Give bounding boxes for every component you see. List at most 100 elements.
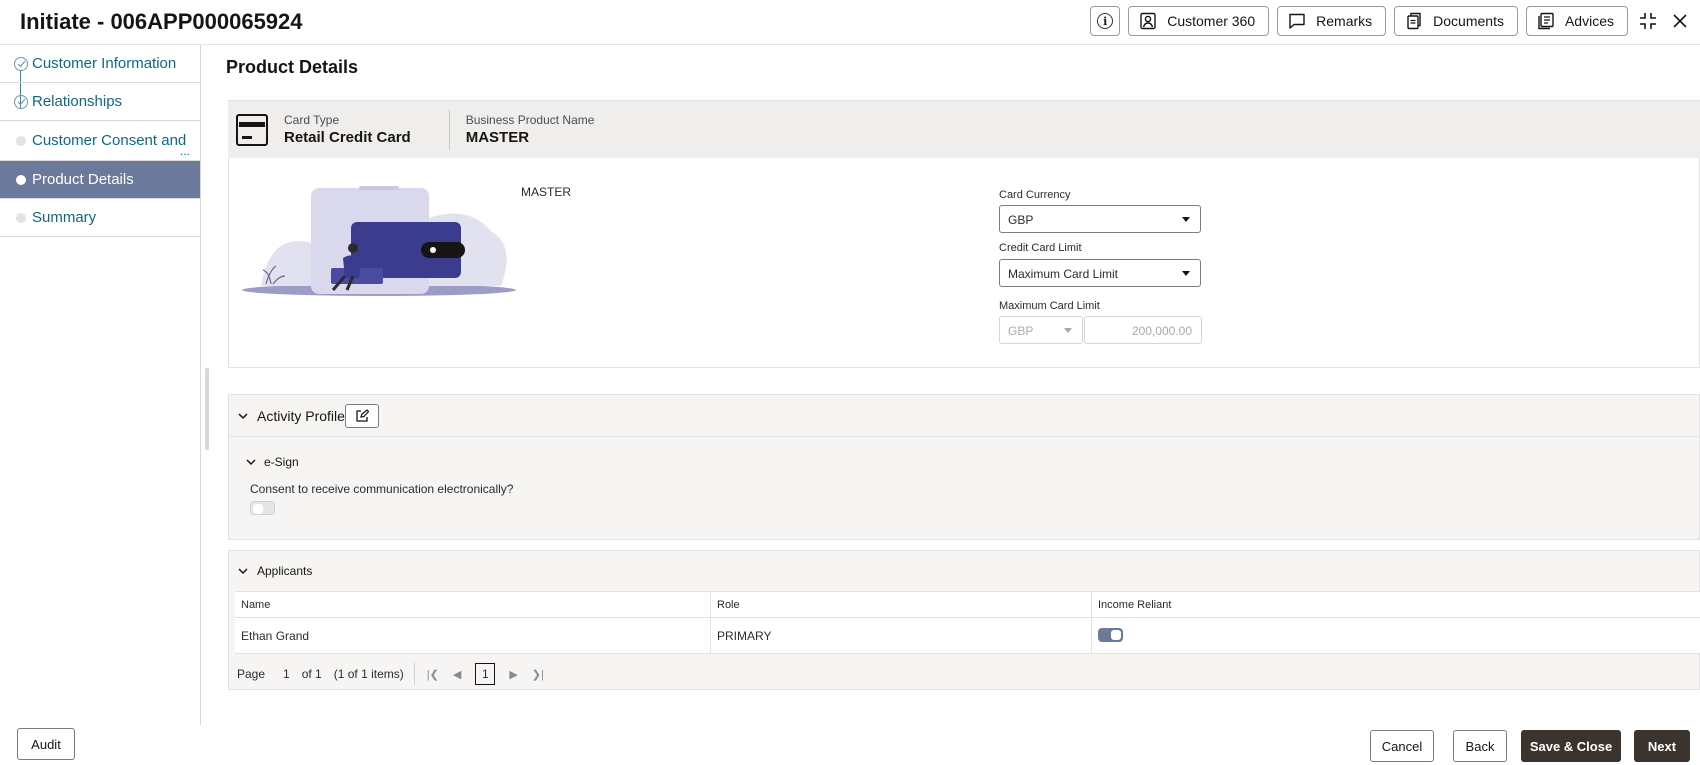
back-button[interactable]: Back bbox=[1453, 730, 1507, 762]
credit-card-icon bbox=[236, 113, 268, 146]
chevron-down-icon bbox=[238, 412, 248, 419]
step-label: Customer Consent and bbox=[32, 132, 187, 149]
income-reliant-cell bbox=[1092, 618, 1700, 653]
applicants-panel: Applicants Name Role Income Reliant Etha… bbox=[228, 550, 1700, 690]
product-name: MASTER bbox=[521, 185, 572, 199]
card-currency-select[interactable]: GBP bbox=[999, 205, 1201, 233]
step-label: Customer Information bbox=[32, 55, 177, 72]
advices-icon bbox=[1538, 12, 1554, 30]
edit-icon bbox=[356, 408, 369, 422]
column-header-income-reliant[interactable]: Income Reliant bbox=[1092, 592, 1700, 617]
sidebar-step-customer-information[interactable]: Customer Information bbox=[0, 45, 200, 83]
chevron-down-icon bbox=[246, 459, 256, 466]
chevron-down-icon bbox=[1064, 328, 1072, 333]
close-icon[interactable] bbox=[1668, 6, 1692, 36]
check-icon bbox=[14, 56, 28, 71]
sidebar-step-customer-consent[interactable]: Customer Consent and ... bbox=[0, 121, 200, 161]
table-row[interactable]: Ethan Grand PRIMARY bbox=[235, 618, 1700, 654]
consent-label: Consent to receive communication electro… bbox=[250, 482, 514, 496]
next-page-icon[interactable]: ▶ bbox=[509, 668, 517, 681]
speech-bubble-icon bbox=[1289, 13, 1305, 29]
card-currency-value: GBP bbox=[1008, 213, 1034, 227]
advices-label: Advices bbox=[1564, 13, 1614, 29]
customer-360-button[interactable]: Customer 360 bbox=[1128, 6, 1270, 36]
applicants-table: Name Role Income Reliant Ethan Grand PRI… bbox=[235, 591, 1700, 654]
documents-icon bbox=[1407, 12, 1421, 30]
cancel-button[interactable]: Cancel bbox=[1370, 730, 1434, 762]
sidebar-step-summary[interactable]: Summary bbox=[0, 199, 200, 237]
info-icon: i bbox=[1097, 13, 1114, 29]
applicants-header[interactable]: Applicants bbox=[229, 551, 1699, 591]
last-page-icon[interactable]: ❯| bbox=[532, 668, 544, 681]
current-page-button[interactable]: 1 bbox=[475, 663, 496, 685]
header-divider bbox=[448, 109, 450, 150]
chevron-down-icon bbox=[238, 568, 248, 575]
card-type-field: Card Type Retail Credit Card bbox=[284, 113, 411, 146]
save-close-button[interactable]: Save & Close bbox=[1521, 730, 1621, 762]
page-title: Product Details bbox=[226, 57, 359, 77]
step-label: Relationships bbox=[32, 93, 123, 110]
esign-title: e-Sign bbox=[264, 455, 299, 469]
check-icon bbox=[14, 94, 28, 109]
customer-card-icon bbox=[1140, 12, 1156, 30]
card-summary-header: Card Type Retail Credit Card Business Pr… bbox=[228, 100, 1700, 158]
edit-button[interactable] bbox=[344, 403, 379, 428]
activity-profile-title: Activity Profile bbox=[257, 407, 345, 424]
activity-profile-header[interactable]: Activity Profile bbox=[229, 395, 1699, 437]
business-product-field: Business Product Name MASTER bbox=[466, 113, 595, 146]
next-button[interactable]: Next bbox=[1634, 730, 1690, 762]
prev-page-icon[interactable]: ◀ bbox=[453, 668, 461, 681]
step-label: Summary bbox=[32, 209, 97, 226]
footer-bar: Audit Cancel Back Save & Close Next bbox=[0, 725, 1700, 765]
page-input[interactable]: 1 bbox=[283, 667, 290, 681]
page-of-label: of 1 bbox=[301, 667, 322, 681]
toggle-knob bbox=[1111, 630, 1121, 640]
income-reliant-toggle[interactable] bbox=[1098, 628, 1123, 642]
applicant-role: PRIMARY bbox=[711, 618, 1092, 653]
collapse-icon[interactable] bbox=[1636, 6, 1660, 36]
items-count: (1 of 1 items) bbox=[333, 667, 404, 681]
remarks-label: Remarks bbox=[1316, 13, 1373, 29]
page-label: Page bbox=[237, 667, 266, 681]
documents-label: Documents bbox=[1433, 13, 1504, 29]
sidebar-step-product-details[interactable]: Product Details bbox=[0, 161, 200, 199]
first-page-icon[interactable]: |❮ bbox=[427, 668, 439, 681]
column-header-name[interactable]: Name bbox=[235, 592, 711, 617]
sidebar-step-relationships[interactable]: Relationships bbox=[0, 83, 200, 121]
max-limit-amount-field: 200,000.00 bbox=[1084, 316, 1202, 344]
step-dot-icon bbox=[16, 174, 26, 185]
applicant-name: Ethan Grand bbox=[235, 618, 711, 653]
customer-360-label: Customer 360 bbox=[1167, 13, 1256, 29]
documents-button[interactable]: Documents bbox=[1394, 6, 1518, 36]
header-actions: i Customer 360 Remarks Documents Advices bbox=[1090, 6, 1692, 36]
info-button[interactable]: i bbox=[1090, 6, 1121, 36]
table-header-row: Name Role Income Reliant bbox=[235, 592, 1700, 618]
audit-button[interactable]: Audit bbox=[17, 728, 75, 760]
top-bar: Initiate - 006APP000065924 i Customer 36… bbox=[0, 0, 1700, 45]
consent-toggle[interactable] bbox=[250, 501, 275, 515]
more-ellipsis: ... bbox=[179, 144, 190, 158]
card-type-value: Retail Credit Card bbox=[284, 129, 411, 146]
max-limit-currency-select: GBP bbox=[999, 316, 1083, 344]
product-details-box: MASTER Card Currency GBP Credit Card Lim… bbox=[228, 158, 1700, 368]
advices-button[interactable]: Advices bbox=[1525, 6, 1628, 36]
esign-section-header[interactable]: e-Sign bbox=[245, 455, 299, 469]
credit-card-illustration bbox=[242, 186, 516, 296]
credit-card-limit-label: Credit Card Limit bbox=[999, 242, 1082, 254]
max-limit-currency-value: GBP bbox=[1008, 324, 1034, 338]
card-type-label: Card Type bbox=[284, 113, 340, 127]
chevron-down-icon bbox=[1182, 217, 1190, 222]
card-currency-label: Card Currency bbox=[999, 189, 1071, 201]
credit-card-limit-select[interactable]: Maximum Card Limit bbox=[999, 259, 1201, 287]
panel-splitter-handle[interactable] bbox=[205, 368, 209, 450]
credit-card-limit-value: Maximum Card Limit bbox=[1008, 267, 1119, 281]
column-header-role[interactable]: Role bbox=[711, 592, 1092, 617]
step-label: Product Details bbox=[32, 171, 134, 188]
applicants-title: Applicants bbox=[257, 564, 313, 578]
pager-divider bbox=[413, 663, 415, 685]
page-header-title: Initiate - 006APP000065924 bbox=[20, 9, 303, 34]
business-product-value: MASTER bbox=[465, 129, 530, 146]
remarks-button[interactable]: Remarks bbox=[1277, 6, 1387, 36]
business-product-label: Business Product Name bbox=[465, 113, 595, 127]
main-content: Product Details Card Type Retail Credit … bbox=[218, 45, 1700, 710]
